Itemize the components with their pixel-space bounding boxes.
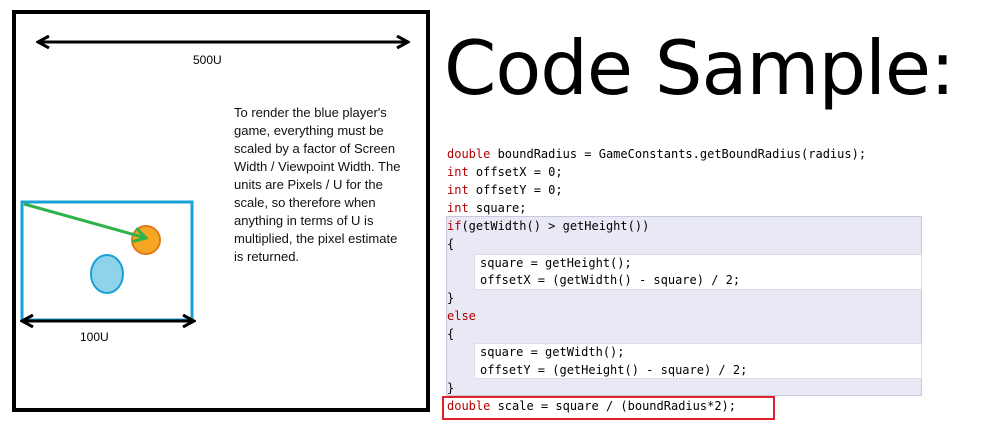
world-width-label: 500U <box>193 53 222 67</box>
code-line: offsetY = (getHeight() - square) / 2; <box>480 363 748 377</box>
code-line: { <box>447 327 455 341</box>
code-line: square = getHeight(); <box>480 256 632 270</box>
code-line: } <box>447 291 455 305</box>
code-line: int square; <box>447 201 527 215</box>
code-line: int offsetY = 0; <box>447 183 563 197</box>
code-line: if(getWidth() > getHeight()) <box>447 219 650 233</box>
explanation-note: To render the blue player's game, everyt… <box>234 105 401 264</box>
code-line: { <box>447 237 455 251</box>
code-line: double boundRadius = GameConstants.getBo… <box>447 147 867 161</box>
code-line: else <box>447 309 476 323</box>
green-direction-arrow <box>23 202 146 238</box>
code-line-scale: double scale = square / (boundRadius*2); <box>447 399 736 413</box>
code-sample-title: Code Sample: <box>444 24 955 112</box>
code-line: square = getWidth(); <box>480 345 625 359</box>
code-line: } <box>447 381 455 395</box>
orange-player-circle <box>131 225 161 255</box>
blue-player-circle <box>90 254 124 294</box>
code-line: offsetX = (getWidth() - square) / 2; <box>480 273 741 287</box>
code-line: int offsetX = 0; <box>447 165 563 179</box>
viewport-width-label: 100U <box>80 330 109 344</box>
